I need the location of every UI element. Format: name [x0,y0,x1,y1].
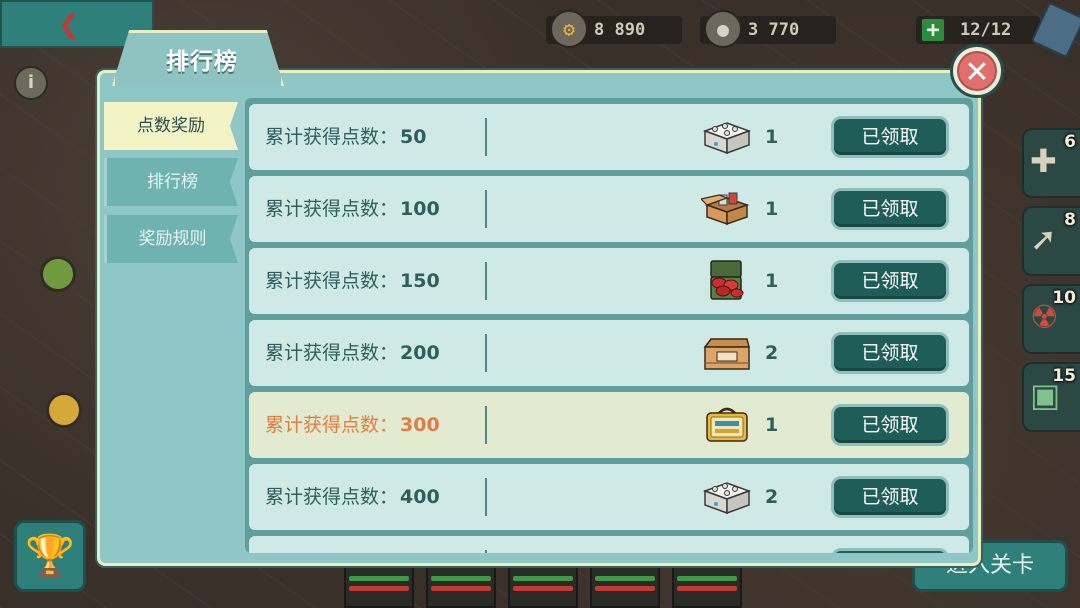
points-value: 300 [400,414,440,436]
tab-label: 点数奖励 [137,116,205,136]
reward-row: 累计获得点数： 50 1 已领取 [249,104,969,170]
claimed-button[interactable] [831,548,949,553]
points-label: 累计获得点数： 100 [265,198,440,220]
open-box-icon [701,192,750,226]
energy-value: 12/12 [960,20,1012,40]
claimed-button[interactable]: 已领取 [831,188,949,230]
side-item-count: 10 [1052,288,1076,308]
map-pin[interactable] [40,256,76,292]
points-value: 50 [400,126,427,148]
divider [485,478,487,516]
energy-counter: + 12/12 [916,16,1040,44]
reward-quantity: 1 [765,198,779,220]
tab-leaderboard[interactable]: 排行榜 [104,158,238,206]
reward-quantity: 2 [765,342,779,364]
gear-icon: ⚙ [550,10,588,48]
claimed-button[interactable]: 已领取 [831,332,949,374]
white-crate-icon [702,122,752,155]
coins-counter: ● 3 770 [700,10,836,48]
points-label: 累计获得点数： 300 [265,414,440,436]
tab-reward-rules[interactable]: 奖励规则 [104,215,238,263]
reward-row: 累计获得点数： 200 2 已领取 [249,320,969,386]
points-value: 200 [400,342,440,364]
close-icon: ✕ [957,51,997,91]
plus-icon[interactable]: + [920,17,946,43]
divider [485,334,487,372]
side-item-radar[interactable]: ▣ 15 [1022,362,1080,432]
ammo-box-icon [710,260,744,300]
claimed-button[interactable]: 已领取 [831,116,949,158]
side-item-count: 6 [1064,132,1076,152]
points-value: 150 [400,270,440,292]
divider [485,118,487,156]
side-item-radiation[interactable]: ☢ 10 [1022,284,1080,354]
close-button[interactable]: ✕ [950,44,1004,98]
coins-value: 3 770 [748,20,800,40]
divider [485,550,487,553]
claimed-button[interactable]: 已领取 [831,260,949,302]
side-item-medkit[interactable]: ✚ 6 [1022,128,1080,198]
points-label: 累计获得点数： 150 [265,270,440,292]
points-value: 100 [400,198,440,220]
coin-icon: ● [704,10,742,48]
reward-quantity: 1 [765,270,779,292]
reward-row: 累计获得点数： 400 2 已领取 [249,464,969,530]
trophy-icon: 🏆 [25,533,75,579]
tab-label: 奖励规则 [138,229,207,249]
trophy-button[interactable]: 🏆 [14,520,86,592]
squad-card[interactable] [672,560,742,608]
points-label: 累计获得点数： 200 [265,342,440,364]
reward-row-highlighted: 累计获得点数： 300 1 已领取 [249,392,969,458]
points-label: 累计获得点数： 50 [265,126,427,148]
parts-value: 8 890 [594,20,646,40]
lunchbox-icon [706,407,748,442]
side-item-syringe[interactable]: ➚ 8 [1022,206,1080,276]
reward-row: 累计获得点数： 150 1 已领取 [249,248,969,314]
chevron-left-icon: ❮ [58,10,80,40]
squad-card[interactable] [426,560,496,608]
squad-card[interactable] [508,560,578,608]
wooden-crate-icon [703,338,750,370]
reward-row-partial [249,536,969,553]
parts-counter: ⚙ 8 890 [546,10,682,48]
points-value: 400 [400,486,440,508]
claimed-button[interactable]: 已领取 [831,476,949,518]
reward-quantity: 1 [765,126,779,148]
reward-row: 累计获得点数： 100 1 已领取 [249,176,969,242]
squad-card[interactable] [590,560,660,608]
divider [485,406,487,444]
side-item-count: 15 [1052,366,1076,386]
reward-quantity: 1 [765,414,779,436]
syringe-icon: ➚ [1030,220,1057,258]
claimed-button[interactable]: 已领取 [831,404,949,446]
scales-pin[interactable] [46,392,82,428]
reward-list[interactable]: 累计获得点数： 50 1 已领取 累计获得点数： 100 1 已领取 累计获得点… [245,98,973,553]
tab-label: 排行榜 [147,172,198,192]
white-crate-icon [702,482,752,515]
reward-quantity: 2 [765,486,779,508]
info-icon[interactable]: i [14,66,48,100]
divider [485,190,487,228]
dialog-title: 排行榜 [166,49,238,75]
points-label: 累计获得点数： 400 [265,486,440,508]
tab-point-rewards[interactable]: 点数奖励 [104,102,238,150]
squad-card[interactable] [344,560,414,608]
side-item-count: 8 [1064,210,1076,230]
divider [485,262,487,300]
medkit-icon: ✚ [1030,142,1057,180]
